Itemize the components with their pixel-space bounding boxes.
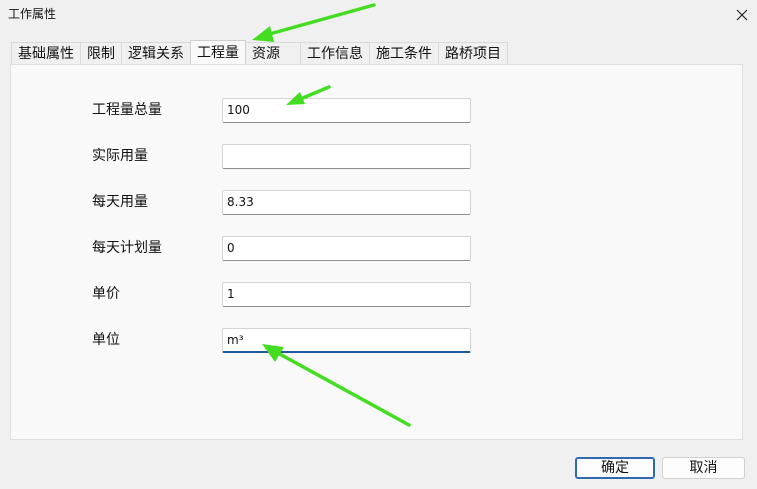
total-quantity-label: 工程量总量 [92, 102, 162, 118]
ok-button[interactable]: 确定 [575, 457, 655, 479]
tab-constraints[interactable]: 限制 [80, 42, 122, 64]
close-icon [736, 9, 748, 21]
tab-logic-relations[interactable]: 逻辑关系 [121, 42, 191, 64]
unit-price-label: 单价 [92, 286, 120, 302]
window-title: 工作属性 [8, 7, 57, 21]
tab-basic-properties[interactable]: 基础属性 [11, 42, 81, 64]
tab-bar: 基础属性 限制 逻辑关系 工程量 资源 工作信息 施工条件 路桥项目 [11, 40, 747, 64]
tab-quantity[interactable]: 工程量 [190, 40, 246, 64]
properties-dialog: 工作属性 基础属性 限制 逻辑关系 工程量 资源 工作信息 施工条件 路桥项目 … [0, 0, 757, 489]
cancel-button[interactable]: 取消 [662, 457, 745, 479]
tab-resources[interactable]: 资源 [245, 42, 301, 64]
tab-work-info[interactable]: 工作信息 [300, 42, 370, 64]
actual-usage-label: 实际用量 [92, 148, 148, 164]
unit-field[interactable]: m³ [222, 328, 471, 353]
close-button[interactable] [727, 0, 757, 30]
total-quantity-field[interactable]: 100 [222, 98, 471, 123]
tab-construction-conditions[interactable]: 施工条件 [369, 42, 439, 64]
daily-usage-field[interactable]: 8.33 [222, 190, 471, 215]
title-bar: 工作属性 [0, 0, 757, 30]
daily-usage-label: 每天用量 [92, 194, 148, 210]
actual-usage-field[interactable] [222, 144, 471, 169]
daily-planned-field[interactable]: 0 [222, 236, 471, 261]
unit-price-field[interactable]: 1 [222, 282, 471, 307]
unit-label: 单位 [92, 332, 120, 348]
daily-planned-label: 每天计划量 [92, 240, 162, 256]
tab-road-bridge-items[interactable]: 路桥项目 [438, 42, 508, 64]
